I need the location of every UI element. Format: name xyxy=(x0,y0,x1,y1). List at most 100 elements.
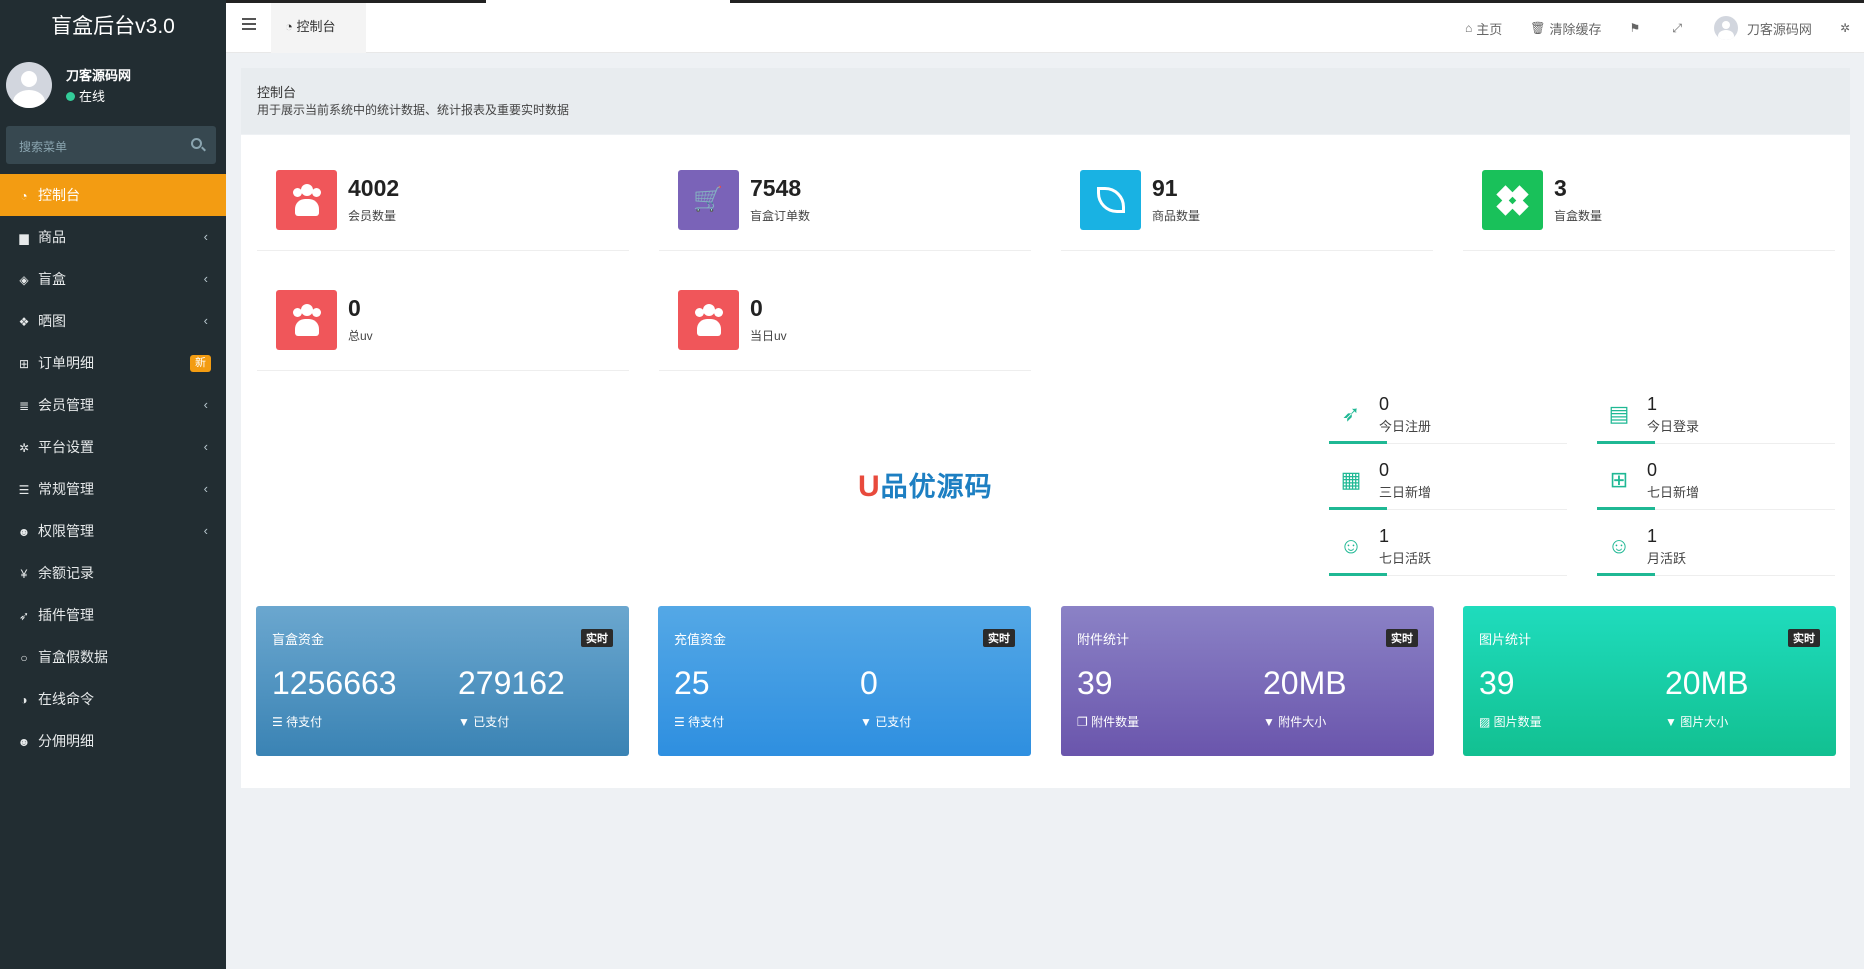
sidebar-toggle-icon[interactable] xyxy=(242,18,256,32)
users-icon xyxy=(276,170,337,230)
card-title: 盲盒资金 xyxy=(272,632,325,647)
sidebar-item[interactable]: ☰ 常规管理 ‹ xyxy=(0,468,226,510)
avatar xyxy=(6,62,52,108)
sidebar-item-label: 在线命令 xyxy=(38,691,94,707)
users-icon: ☻ xyxy=(17,735,31,749)
sidebar-menu: ◔ 控制台 ▆ 商品 ‹ ◈ 盲盒 ‹ ❖ 晒图 ‹ ⊞ 订单明细 新 ≣ 会员管理 ‹ ✲ 平台设置 ‹ ☰ 常规管理 ‹… xyxy=(0,174,226,762)
card-label: ▼ 图片大小 xyxy=(1665,715,1729,729)
card-label: ▼ 已支付 xyxy=(458,715,510,729)
mini-stat-month-active: ☺ 1 月活跃 xyxy=(1597,520,1835,576)
stat-label: 当日uv xyxy=(750,329,787,343)
sidebar-item[interactable]: ¥ 余额记录 xyxy=(0,552,226,594)
rocket-icon: ➶ xyxy=(1341,401,1361,426)
fullscreen-button[interactable]: ⤢ xyxy=(1672,21,1686,36)
tab-dashboard[interactable]: ◔ 控制台 xyxy=(271,3,366,53)
sidebar-item-label: 订单明细 xyxy=(38,355,94,371)
sidebar-item[interactable]: ➶ 插件管理 xyxy=(0,594,226,636)
stat-label: 盲盒订单数 xyxy=(750,209,811,223)
filter-icon: ▼ xyxy=(458,715,474,729)
sidebar: 盲盒后台v3.0 刀客源码网 在线 搜索菜单 ◔ 控制台 ▆ 商品 ‹ ◈ 盲盒 ‹ ❖ 晒图 ‹ ⊞… xyxy=(0,0,226,969)
card-label: ▼ 已支付 xyxy=(860,715,912,729)
card-label: ❐ 附件数量 xyxy=(1077,715,1140,729)
card-value: 1256663 xyxy=(272,665,397,701)
user-menu[interactable]: 刀客源码网 xyxy=(1713,16,1812,40)
content-header: 控制台 用于展示当前系统中的统计数据、统计报表及重要实时数据 xyxy=(241,68,1850,134)
sidebar-item[interactable]: ○ 盲盒假数据 xyxy=(0,636,226,678)
home-link[interactable]: ⌂ 主页 xyxy=(1465,19,1502,38)
chevron-left-icon: ‹ xyxy=(203,229,208,244)
image-icon: ▨ xyxy=(1479,715,1494,729)
sidebar-item-label: 商品 xyxy=(38,229,66,245)
stat-value: 0 xyxy=(750,295,763,321)
yen-icon: ¥ xyxy=(20,567,28,581)
card-title: 附件统计 xyxy=(1077,632,1130,647)
sidebar-item[interactable]: ◔ 控制台 xyxy=(0,174,226,216)
stat-label: 盲盒数量 xyxy=(1554,209,1603,223)
sidebar-item[interactable]: ☻ 权限管理 ‹ xyxy=(0,510,226,552)
stat-orders: 🛒 7548 盲盒订单数 xyxy=(659,135,1031,251)
top-header: ◔ 控制台 ⌂ 主页 🗑 清除缓存 ⚑ ⤢ 刀客源码网 ✲ xyxy=(226,3,1864,53)
sidebar-item-label: 插件管理 xyxy=(38,607,94,623)
stat-members: 4002 会员数量 xyxy=(257,135,629,251)
sidebar-item[interactable]: ▆ 商品 ‹ xyxy=(0,216,226,258)
rocket-icon: ➶ xyxy=(18,609,30,623)
sidebar-item-label: 分佣明细 xyxy=(38,733,94,749)
circle-icon: ○ xyxy=(20,651,28,665)
stat-value: 3 xyxy=(1554,175,1567,201)
app-logo[interactable]: 盲盒后台v3.0 xyxy=(0,0,226,54)
sidebar-item-label: 控制台 xyxy=(38,187,80,203)
filter-icon: ▼ xyxy=(860,715,876,729)
card-label: ▨ 图片数量 xyxy=(1479,715,1542,729)
stat-label: 会员数量 xyxy=(348,209,397,223)
sidebar-item[interactable]: ⊞ 订单明细 新 xyxy=(0,342,226,384)
trash-icon: 🗑 xyxy=(1530,21,1546,35)
card-title: 图片统计 xyxy=(1479,632,1532,647)
page-subtitle: 用于展示当前系统中的统计数据、统计报表及重要实时数据 xyxy=(257,103,570,117)
mini-stat-seven-day: ⊞ 0 七日新增 xyxy=(1597,454,1835,510)
card-recharge-funds: 充值资金 实时 25 0 ☰ 待支付 ▼ 已支付 xyxy=(658,606,1031,756)
stat-value: 91 xyxy=(1152,175,1178,201)
sidebar-item[interactable]: ≣ 会员管理 ‹ xyxy=(0,384,226,426)
search-input[interactable]: 搜索菜单 xyxy=(6,126,216,164)
calendar-icon: ▦ xyxy=(1340,467,1362,492)
stat-value: 0 xyxy=(348,295,361,321)
leaf-icon xyxy=(1080,170,1141,230)
chevron-left-icon: ‹ xyxy=(203,397,208,412)
expand-icon: ⤢ xyxy=(1672,20,1682,35)
card-value: 0 xyxy=(860,665,878,701)
card-value: 279162 xyxy=(458,665,565,701)
sidebar-item[interactable]: ◈ 盲盒 ‹ xyxy=(0,258,226,300)
users-icon: ☻ xyxy=(17,525,31,539)
card-value: 25 xyxy=(674,665,710,701)
stat-products: 91 商品数量 xyxy=(1061,135,1433,251)
dashboard-icon: ◔ xyxy=(20,189,28,203)
language-icon: ⚑ xyxy=(1629,21,1641,35)
gear-icon: ✲ xyxy=(18,441,30,455)
sidebar-item[interactable]: ✲ 平台设置 ‹ xyxy=(0,426,226,468)
stat-boxes: 3 盲盒数量 xyxy=(1463,135,1835,251)
card-blindbox-funds: 盲盒资金 实时 1256663 279162 ☰ 待支付 ▼ 已支付 xyxy=(256,606,629,756)
card-value: 39 xyxy=(1479,665,1515,701)
user-status: 在线 xyxy=(66,86,105,105)
language-button[interactable]: ⚑ xyxy=(1630,21,1645,35)
home-icon: ⌂ xyxy=(1465,21,1473,35)
sidebar-item-label: 余额记录 xyxy=(38,565,94,581)
stat-value: 4002 xyxy=(348,175,400,201)
sidebar-item[interactable]: ❖ 晒图 ‹ xyxy=(0,300,226,342)
search-icon[interactable] xyxy=(191,138,202,149)
chevron-left-icon: ‹ xyxy=(203,481,208,496)
sidebar-item[interactable]: ☻ 分佣明细 xyxy=(0,720,226,762)
realtime-badge: 实时 xyxy=(983,629,1015,647)
settings-button[interactable]: ✲ xyxy=(1840,21,1854,35)
clear-cache-button[interactable]: 🗑 清除缓存 xyxy=(1530,19,1601,38)
filter-icon: ▼ xyxy=(1665,715,1681,729)
sidebar-item-label: 盲盒假数据 xyxy=(38,649,108,665)
mini-stat-seven-active: ☺ 1 七日活跃 xyxy=(1329,520,1567,576)
sidebar-item[interactable]: ◑ 在线命令 xyxy=(0,678,226,720)
chevron-left-icon: ‹ xyxy=(203,439,208,454)
mini-stat-today-register: ➶ 0 今日注册 xyxy=(1329,388,1567,444)
sidebar-item-label: 盲盒 xyxy=(38,271,66,287)
realtime-badge: 实时 xyxy=(1386,629,1418,647)
list-icon: ≣ xyxy=(18,399,30,413)
sidebar-item-label: 平台设置 xyxy=(38,439,94,455)
